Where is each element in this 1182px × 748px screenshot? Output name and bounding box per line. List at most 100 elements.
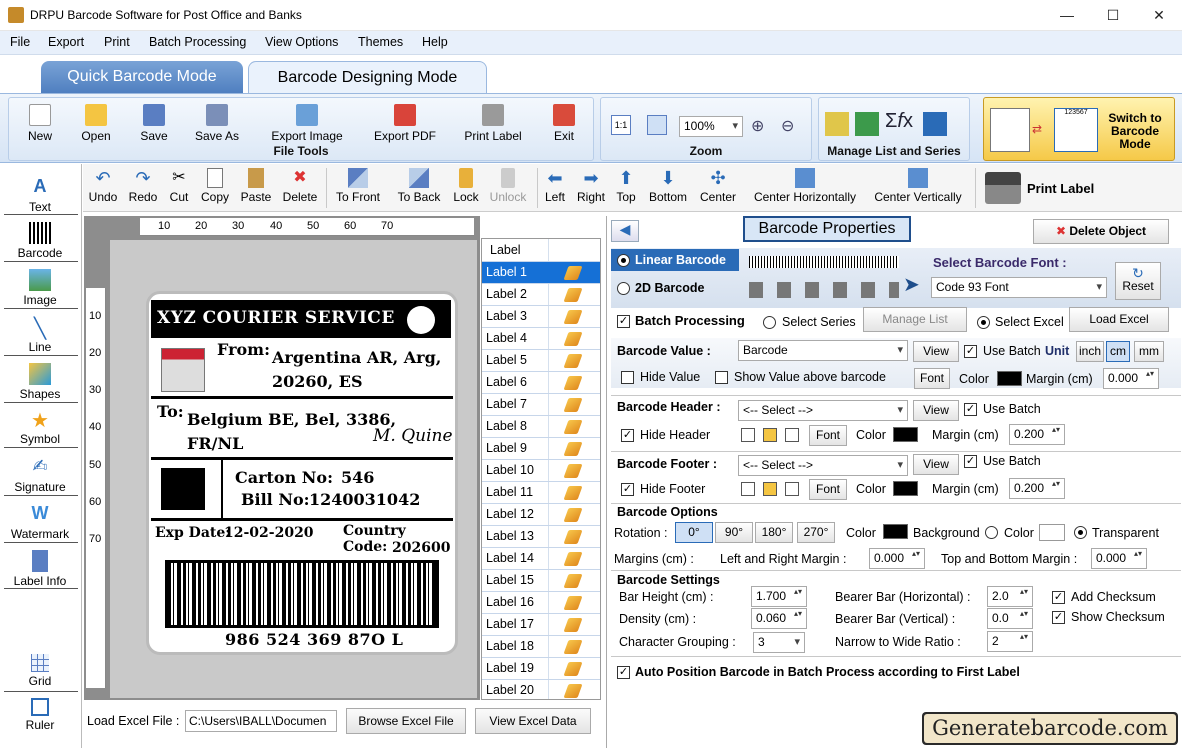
density-spinner[interactable]: 0.060 (751, 608, 807, 629)
label-list-item[interactable]: Label 14 (482, 547, 600, 569)
label-list-item[interactable]: Label 8 (482, 415, 600, 437)
line-tool[interactable]: ╲ Line (0, 316, 80, 354)
divider-line[interactable] (221, 460, 223, 520)
label-list-item[interactable]: Label 13 (482, 525, 600, 547)
to-label[interactable]: To: (157, 402, 184, 421)
background-color-swatch[interactable] (1039, 524, 1065, 541)
edit-pencil-icon[interactable] (563, 640, 583, 654)
copy-button[interactable]: Copy (198, 168, 232, 204)
edit-pencil-icon[interactable] (563, 288, 583, 302)
left-right-margin-spinner[interactable]: 0.000 (869, 548, 925, 569)
align-right-icon[interactable] (785, 428, 799, 442)
carton-label[interactable]: Carton No: (235, 468, 333, 487)
exp-date-value[interactable]: 12-02-2020 (224, 525, 314, 541)
edit-pencil-icon[interactable] (563, 596, 583, 610)
center-horizontally-button[interactable]: Center Horizontally (749, 168, 861, 204)
barcode-font-select[interactable]: Code 93 Font (931, 277, 1107, 298)
hide-header-checkbox[interactable]: ✓ (621, 429, 634, 442)
bill-value[interactable]: 1240031042 (309, 490, 420, 509)
edit-pencil-icon[interactable] (563, 618, 583, 632)
redo-button[interactable]: ↷ Redo (127, 168, 159, 204)
delete-object-button[interactable]: ✖ Delete Object (1033, 219, 1169, 244)
symbol-tool[interactable]: ★ Symbol (0, 408, 80, 446)
fit-to-window-icon[interactable] (647, 115, 667, 135)
align-left-icon[interactable] (741, 482, 755, 496)
edit-pencil-icon[interactable] (563, 420, 583, 434)
value-use-batch-checkbox[interactable]: ✓ (964, 345, 977, 358)
label-list-item[interactable]: Label 6 (482, 371, 600, 393)
edit-pencil-icon[interactable] (563, 662, 583, 676)
zoom-in-icon[interactable]: ⊕ (751, 116, 764, 136)
align-left-button[interactable]: ⬅ Left (542, 168, 568, 204)
value-font-button[interactable]: Font (914, 368, 950, 389)
to-front-button[interactable]: To Front (333, 168, 383, 204)
menu-batch-processing[interactable]: Batch Processing (149, 35, 246, 49)
align-center-icon[interactable] (763, 482, 777, 496)
save-button[interactable]: Save (135, 104, 173, 143)
tab-barcode-designing-mode[interactable]: Barcode Designing Mode (248, 61, 487, 93)
exit-button[interactable]: Exit (549, 104, 579, 143)
rotation-0[interactable]: 0° (675, 522, 713, 543)
to-address-line2[interactable]: FR/NL (187, 434, 243, 453)
delete-button[interactable]: ✖ Delete (280, 168, 320, 204)
value-margin-spinner[interactable]: 0.000 (1103, 368, 1159, 389)
bearer-vertical-spinner[interactable]: 0.0 (987, 608, 1033, 629)
cut-button[interactable]: ✂ Cut (166, 168, 192, 204)
menu-export[interactable]: Export (48, 35, 84, 49)
edit-pencil-icon[interactable] (563, 332, 583, 346)
ruler-tool[interactable]: Ruler (0, 698, 80, 732)
back-arrow-icon[interactable]: ◀ (611, 220, 639, 242)
label-list-item[interactable]: Label 19 (482, 657, 600, 679)
signature-image[interactable]: M. Quine (373, 426, 453, 446)
to-back-button[interactable]: To Back (393, 168, 445, 204)
narrow-wide-spinner[interactable]: 2 (987, 631, 1033, 652)
open-button[interactable]: Open (77, 104, 115, 143)
edit-list-icon[interactable] (825, 112, 849, 136)
label-list-item[interactable]: Label 12 (482, 503, 600, 525)
minimize-button[interactable]: — (1044, 0, 1090, 31)
footer-font-button[interactable]: Font (809, 479, 847, 500)
to-address-line1[interactable]: Belgium BE, Bel, 3386, (187, 410, 396, 429)
actual-size-icon[interactable]: 1:1 (611, 115, 631, 135)
label-design[interactable]: XYZ COURIER SERVICE From: Argentina AR, … (146, 291, 458, 655)
select-excel-radio[interactable] (977, 316, 990, 329)
signature-tool[interactable]: ✍ Signature (0, 456, 80, 494)
maximize-button[interactable]: ☐ (1090, 0, 1136, 31)
unit-cm[interactable]: cm (1106, 341, 1130, 362)
exp-date-label[interactable]: Exp Date: (155, 525, 230, 541)
label-list-item[interactable]: Label 11 (482, 481, 600, 503)
from-address-line1[interactable]: Argentina AR, Arg, (272, 348, 441, 367)
load-excel-button[interactable]: Load Excel (1069, 307, 1169, 332)
edit-pencil-icon[interactable] (563, 442, 583, 456)
edit-pencil-icon[interactable] (563, 310, 583, 324)
switch-to-barcode-mode-button[interactable]: ⇄ 123567 Switch to Barcode Mode (983, 97, 1175, 161)
edit-pencil-icon[interactable] (563, 376, 583, 390)
footer-view-button[interactable]: View (913, 454, 959, 475)
hide-value-checkbox[interactable] (621, 371, 634, 384)
edit-pencil-icon[interactable] (563, 684, 583, 698)
barcode-color-swatch[interactable] (883, 524, 908, 539)
edit-pencil-icon[interactable] (563, 354, 583, 368)
company-name[interactable]: XYZ COURIER SERVICE (157, 308, 395, 328)
barcode-graphic[interactable] (165, 560, 439, 628)
2d-barcode-radio[interactable] (617, 282, 630, 295)
batch-processing-checkbox[interactable]: ✓ (617, 315, 630, 328)
unlock-button[interactable]: Unlock (487, 168, 529, 204)
undo-button[interactable]: ↶ Undo (87, 168, 119, 204)
align-bottom-button[interactable]: ⬇ Bottom (646, 168, 690, 204)
align-left-icon[interactable] (741, 428, 755, 442)
header-color-swatch[interactable] (893, 427, 918, 442)
watermark-tool[interactable]: W Watermark (0, 503, 80, 541)
bearer-horizontal-spinner[interactable]: 2.0 (987, 586, 1033, 607)
rotation-180[interactable]: 180° (755, 522, 793, 543)
view-excel-data-button[interactable]: View Excel Data (475, 708, 591, 734)
reset-button[interactable]: ↻ Reset (1115, 262, 1161, 300)
gift-box-icon[interactable] (161, 468, 205, 510)
value-view-button[interactable]: View (913, 341, 959, 362)
add-checksum-checkbox[interactable]: ✓ (1052, 591, 1065, 604)
export-image-button[interactable]: Export Image (265, 104, 349, 143)
tab-quick-barcode-mode[interactable]: Quick Barcode Mode (41, 61, 243, 93)
footer-use-batch-checkbox[interactable]: ✓ (964, 455, 977, 468)
edit-pencil-icon[interactable] (563, 464, 583, 478)
label-list-item[interactable]: Label 1 (482, 261, 600, 283)
